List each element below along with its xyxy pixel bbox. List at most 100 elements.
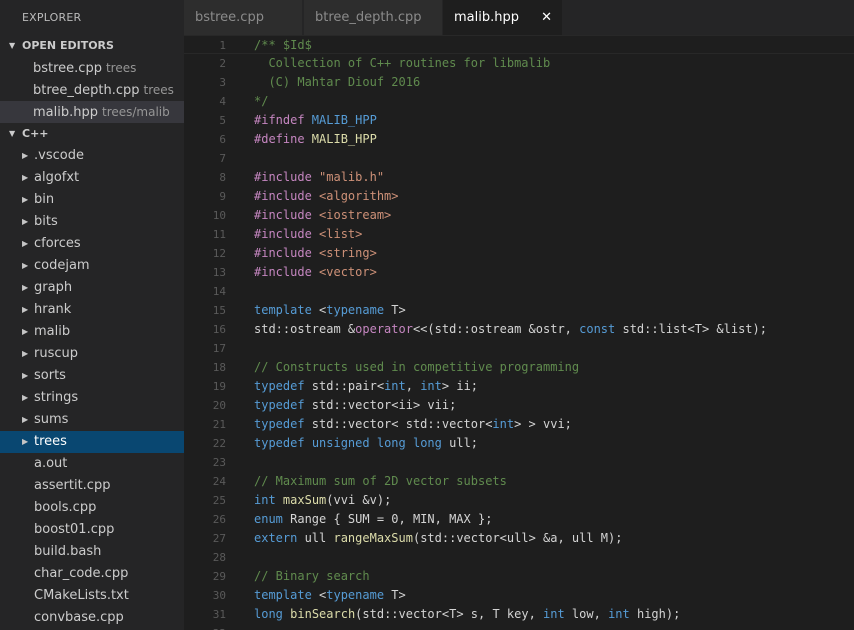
code-line[interactable]: 12 #include <string> xyxy=(184,244,854,263)
folder-item[interactable]: ▶ hrank xyxy=(0,299,184,321)
folder-item[interactable]: ▶ malib xyxy=(0,321,184,343)
code-line[interactable]: 26 enum Range { SUM = 0, MIN, MAX }; xyxy=(184,510,854,529)
code-line[interactable]: 24 // Maximum sum of 2D vector subsets xyxy=(184,472,854,491)
code-line[interactable]: 19 typedef std::pair<int, int> ii; xyxy=(184,377,854,396)
tab-bar: bstree.cpp btree_depth.cpp malib.hpp ✕ xyxy=(184,0,854,35)
folder-item[interactable]: ▶ strings xyxy=(0,387,184,409)
code-token: int xyxy=(420,379,442,393)
line-number: 26 xyxy=(212,513,226,526)
line-number: 13 xyxy=(212,266,226,279)
code-content: #include <vector> xyxy=(254,263,377,282)
code-line[interactable]: 13 #include <vector> xyxy=(184,263,854,282)
tab-malib-hpp[interactable]: malib.hpp ✕ xyxy=(443,0,563,35)
code-token: // Maximum sum of 2D vector subsets xyxy=(254,474,507,488)
code-line[interactable]: 3 (C) Mahtar Diouf 2016 xyxy=(184,73,854,92)
tab-label: bstree.cpp xyxy=(195,10,264,25)
code-content: Collection of C++ routines for libmalib xyxy=(254,54,550,73)
code-line[interactable]: 9 #include <algorithm> xyxy=(184,187,854,206)
code-line[interactable]: 16 std::ostream &operator<<(std::ostream … xyxy=(184,320,854,339)
code-content: // Binary search xyxy=(254,567,370,586)
code-token: long xyxy=(376,436,406,450)
folder-item[interactable]: ▶ bits xyxy=(0,211,184,233)
code-line[interactable]: 25 int maxSum(vvi &v); xyxy=(184,491,854,510)
folder-item[interactable]: ▶ codejam xyxy=(0,255,184,277)
open-editors-header[interactable]: ▼ OPEN EDITORS xyxy=(0,35,184,57)
code-line[interactable]: 4 */ xyxy=(184,92,854,111)
code-line[interactable]: 6 #define MALIB_HPP xyxy=(184,130,854,149)
code-line[interactable]: 20 typedef std::vector<ii> vii; xyxy=(184,396,854,415)
open-editor-path: trees/malib xyxy=(101,105,170,119)
file-item[interactable]: boost01.cpp xyxy=(0,519,184,541)
line-number: 6 xyxy=(219,133,226,146)
tab-btree-depth-cpp[interactable]: btree_depth.cpp xyxy=(304,0,443,35)
folder-item[interactable]: ▶ bin xyxy=(0,189,184,211)
line-number: 12 xyxy=(212,247,226,260)
chevron-right-icon: ▶ xyxy=(22,393,29,402)
code-line[interactable]: 32 xyxy=(184,624,854,630)
code-token: T> xyxy=(384,588,406,602)
file-item[interactable]: char_code.cpp xyxy=(0,563,184,585)
code-token: typedef xyxy=(254,436,305,450)
code-line[interactable]: 1 /** $Id$ xyxy=(184,35,854,54)
file-item[interactable]: a.out xyxy=(0,453,184,475)
code-line[interactable]: 18 // Constructs used in competitive prog… xyxy=(184,358,854,377)
code-line[interactable]: 17 xyxy=(184,339,854,358)
explorer-sidebar: EXPLORER ▼ OPEN EDITORS bstree.cpp trees b… xyxy=(0,0,184,630)
file-label: assertit.cpp xyxy=(34,478,111,493)
tab-bstree-cpp[interactable]: bstree.cpp xyxy=(184,0,303,35)
code-line[interactable]: 11 #include <list> xyxy=(184,225,854,244)
code-line[interactable]: 29 // Binary search xyxy=(184,567,854,586)
file-item[interactable]: convbase.cpp xyxy=(0,607,184,629)
file-label: build.bash xyxy=(34,544,102,559)
code-token: <<(std::ostream &ostr, xyxy=(412,322,580,336)
open-editor-item[interactable]: malib.hpp trees/malib xyxy=(0,101,184,123)
code-line[interactable]: 14 xyxy=(184,282,854,301)
line-number: 16 xyxy=(212,323,226,336)
line-number: 7 xyxy=(219,152,226,165)
code-line[interactable]: 23 xyxy=(184,453,854,472)
code-line[interactable]: 31 long binSearch(std::vector<T> s, T key… xyxy=(184,605,854,624)
close-icon[interactable]: ✕ xyxy=(541,0,552,35)
code-token: (std::vector<T> s, T key, xyxy=(355,607,544,621)
workspace-header[interactable]: ▼ C++ xyxy=(0,123,184,145)
folder-item[interactable]: ▶ ruscup xyxy=(0,343,184,365)
code-line[interactable]: 8 #include "malib.h" xyxy=(184,168,854,187)
code-line[interactable]: 10 #include <iostream> xyxy=(184,206,854,225)
folder-item[interactable]: ▶ sums xyxy=(0,409,184,431)
code-line[interactable]: 28 xyxy=(184,548,854,567)
chevron-right-icon: ▶ xyxy=(22,371,29,380)
code-line[interactable]: 2 Collection of C++ routines for libmali… xyxy=(184,54,854,73)
code-editor[interactable]: 1 /** $Id$ 2 Collection of C++ routines fo… xyxy=(184,35,854,630)
code-line[interactable]: 27 extern ull rangeMaxSum(std::vector<ull… xyxy=(184,529,854,548)
code-line[interactable]: 5 #ifndef MALIB_HPP xyxy=(184,111,854,130)
code-line[interactable]: 30 template <typename T> xyxy=(184,586,854,605)
folder-item[interactable]: ▶ sorts xyxy=(0,365,184,387)
folder-item[interactable]: ▶ .vscode xyxy=(0,145,184,167)
file-item[interactable]: bools.cpp xyxy=(0,497,184,519)
file-item[interactable]: build.bash xyxy=(0,541,184,563)
code-content: std::ostream &operator<<(std::ostream &o… xyxy=(254,320,767,339)
code-token: enum xyxy=(254,512,283,526)
code-token: high); xyxy=(629,607,681,621)
code-token: < xyxy=(311,588,327,602)
code-line[interactable]: 15 template <typename T> xyxy=(184,301,854,320)
folder-item[interactable]: ▶ graph xyxy=(0,277,184,299)
code-content: template <typename T> xyxy=(254,586,406,605)
open-editor-item[interactable]: bstree.cpp trees xyxy=(0,57,184,79)
folder-item[interactable]: ▶ cforces xyxy=(0,233,184,255)
line-number: 15 xyxy=(212,304,226,317)
code-line[interactable]: 7 xyxy=(184,149,854,168)
code-token: <algorithm> xyxy=(319,189,399,203)
file-item[interactable]: assertit.cpp xyxy=(0,475,184,497)
code-line[interactable]: 21 typedef std::vector< std::vector<int> … xyxy=(184,415,854,434)
open-editor-item[interactable]: btree_depth.cpp trees xyxy=(0,79,184,101)
folder-item[interactable]: ▶ trees xyxy=(0,431,184,453)
code-line[interactable]: 22 typedef unsigned long long ull; xyxy=(184,434,854,453)
code-content: #include <iostream> xyxy=(254,206,391,225)
tab-label: btree_depth.cpp xyxy=(315,10,422,25)
code-content: extern ull rangeMaxSum(std::vector<ull> … xyxy=(254,529,622,548)
file-item[interactable]: CMakeLists.txt xyxy=(0,585,184,607)
folder-label: hrank xyxy=(34,302,72,317)
folder-item[interactable]: ▶ algofxt xyxy=(0,167,184,189)
code-token: #include xyxy=(254,246,320,260)
